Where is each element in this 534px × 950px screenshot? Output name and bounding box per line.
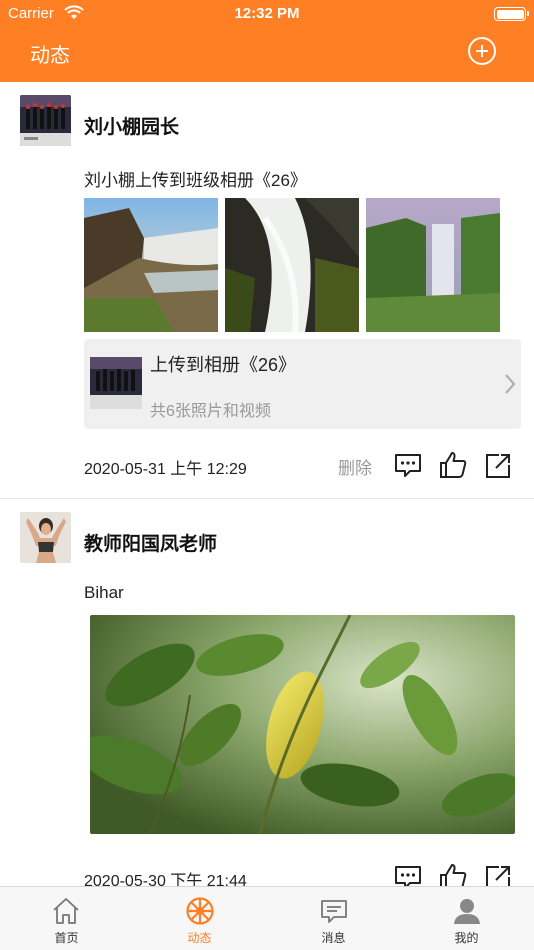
feed-post: 教师阳国凤老师 Bihar 2020-05-30 下午 21:44: [0, 499, 534, 886]
home-icon: [53, 898, 79, 924]
message-icon: [321, 900, 347, 923]
album-thumbnail: [90, 357, 142, 409]
comment-icon[interactable]: [393, 451, 423, 481]
nav-bar: 动态: [0, 28, 534, 82]
tab-feed[interactable]: 动态: [133, 887, 266, 950]
post-photo[interactable]: [366, 198, 500, 332]
like-icon[interactable]: [438, 450, 468, 480]
post-photo[interactable]: [225, 198, 359, 332]
tab-label: 动态: [187, 931, 212, 945]
post-photo[interactable]: [84, 198, 218, 332]
album-card[interactable]: 上传到相册《26》 共6张照片和视频: [84, 339, 521, 429]
album-subtitle: 共6张照片和视频: [150, 403, 271, 420]
album-title: 上传到相册《26》: [150, 355, 297, 375]
post-text: 刘小棚上传到班级相册《26》: [84, 171, 307, 190]
tab-label: 消息: [321, 931, 346, 945]
post-photo[interactable]: [90, 615, 515, 834]
chevron-right-icon: [505, 374, 516, 394]
avatar[interactable]: [20, 95, 71, 146]
post-author[interactable]: 刘小棚园长: [84, 112, 179, 139]
tab-label: 我的: [454, 931, 479, 945]
delete-button[interactable]: 删除: [338, 454, 372, 479]
post-author[interactable]: 教师阳国凤老师: [84, 529, 217, 556]
tab-home[interactable]: 首页: [0, 887, 133, 950]
feed-list[interactable]: 刘小棚园长 刘小棚上传到班级相册《26》 上传到相册《26》 共6张照片和视频 …: [0, 82, 534, 886]
share-icon[interactable]: [483, 863, 513, 886]
status-time: 12:32 PM: [234, 5, 300, 22]
tab-bar: 首页 动态 消息 我的: [0, 886, 534, 950]
tab-messages[interactable]: 消息: [267, 887, 400, 950]
comment-icon[interactable]: [393, 863, 423, 886]
avatar[interactable]: [20, 512, 71, 563]
share-icon[interactable]: [483, 451, 513, 481]
feed-post: 刘小棚园长 刘小棚上传到班级相册《26》 上传到相册《26》 共6张照片和视频 …: [0, 82, 534, 499]
wheel-icon: [186, 897, 214, 925]
status-bar: Carrier 12:32 PM: [0, 0, 534, 28]
add-post-button[interactable]: [468, 37, 496, 65]
tab-me[interactable]: 我的: [400, 887, 533, 950]
tab-label: 首页: [54, 931, 79, 945]
person-icon: [454, 899, 480, 924]
page-title: 动态: [30, 45, 70, 67]
like-icon[interactable]: [438, 862, 468, 886]
post-date: 2020-05-30 下午 21:44: [84, 873, 247, 886]
post-text: Bihar: [84, 583, 124, 602]
battery-icon: [494, 7, 529, 21]
post-date: 2020-05-31 上午 12:29: [84, 461, 247, 478]
